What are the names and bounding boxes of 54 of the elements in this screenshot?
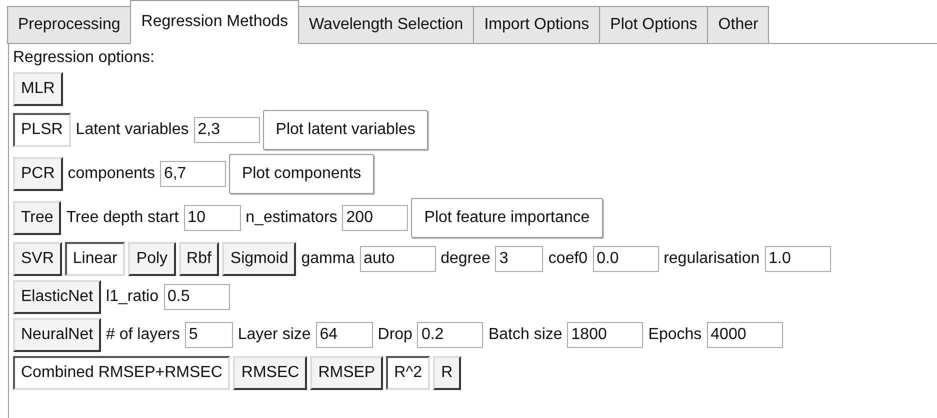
input-field[interactable]: auto <box>360 246 436 272</box>
field-label: l1_ratio <box>105 287 160 307</box>
tab[interactable]: Other <box>707 6 770 44</box>
plot-button[interactable]: Plot feature importance <box>411 198 603 238</box>
toggle-button[interactable]: NeuralNet <box>13 318 102 352</box>
input-field[interactable]: 1800 <box>567 322 644 348</box>
section-heading: Regression options: <box>13 48 156 68</box>
input-field[interactable]: 0.5 <box>164 284 230 310</box>
plot-button[interactable]: Plot latent variables <box>262 110 428 150</box>
input-field[interactable]: 0.2 <box>417 322 484 348</box>
field-label: n_estimators <box>244 208 338 228</box>
field-label: degree <box>440 249 492 269</box>
toggle-button[interactable]: R <box>433 356 461 390</box>
toggle-button[interactable]: ElasticNet <box>13 280 102 314</box>
toggle-button[interactable]: Linear <box>64 242 126 276</box>
field-label: Layer size <box>236 325 312 345</box>
input-field[interactable]: 0.0 <box>592 246 659 272</box>
toggle-button[interactable]: Sigmoid <box>222 242 296 276</box>
tab[interactable]: Plot Options <box>599 6 708 44</box>
input-field[interactable]: 2,3 <box>194 117 260 143</box>
field-label: Latent variables <box>74 120 190 140</box>
input-field[interactable]: 64 <box>316 322 373 348</box>
toggle-button[interactable]: Rbf <box>178 242 220 276</box>
toggle-button[interactable]: Tree <box>13 201 62 235</box>
field-label: Epochs <box>647 325 703 345</box>
field-label: # of layers <box>105 325 181 345</box>
field-label: coef0 <box>547 249 589 269</box>
toggle-button[interactable]: RMSEP <box>310 356 384 390</box>
input-field[interactable]: 3 <box>495 246 544 272</box>
input-field[interactable]: 200 <box>342 205 408 231</box>
plot-button[interactable]: Plot components <box>228 154 374 194</box>
tab[interactable]: Regression Methods <box>130 0 300 44</box>
toggle-button[interactable]: RMSEC <box>233 356 308 390</box>
input-field[interactable]: 6,7 <box>160 161 226 187</box>
input-field[interactable]: 4000 <box>706 322 783 348</box>
toggle-button[interactable]: R^2 <box>386 356 430 390</box>
field-label: Drop <box>376 325 414 345</box>
toggle-button[interactable]: PLSR <box>13 113 71 147</box>
input-field[interactable]: 10 <box>184 205 241 231</box>
field-label: components <box>66 164 156 184</box>
input-field[interactable]: 5 <box>184 322 233 348</box>
tab[interactable]: Wavelength Selection <box>298 6 474 44</box>
toggle-button[interactable]: SVR <box>13 242 62 276</box>
field-label: Tree depth start <box>65 208 180 228</box>
field-label: Batch size <box>487 325 564 345</box>
toggle-button[interactable]: Poly <box>128 242 176 276</box>
toggle-button[interactable]: MLR <box>13 72 63 106</box>
toggle-button[interactable]: PCR <box>13 157 63 191</box>
field-label: regularisation <box>662 249 761 269</box>
tab[interactable]: Preprocessing <box>7 6 132 44</box>
tab[interactable]: Import Options <box>473 6 600 44</box>
field-label: gamma <box>300 249 356 269</box>
toggle-button[interactable]: Combined RMSEP+RMSEC <box>13 356 230 390</box>
input-field[interactable]: 1.0 <box>764 246 831 272</box>
